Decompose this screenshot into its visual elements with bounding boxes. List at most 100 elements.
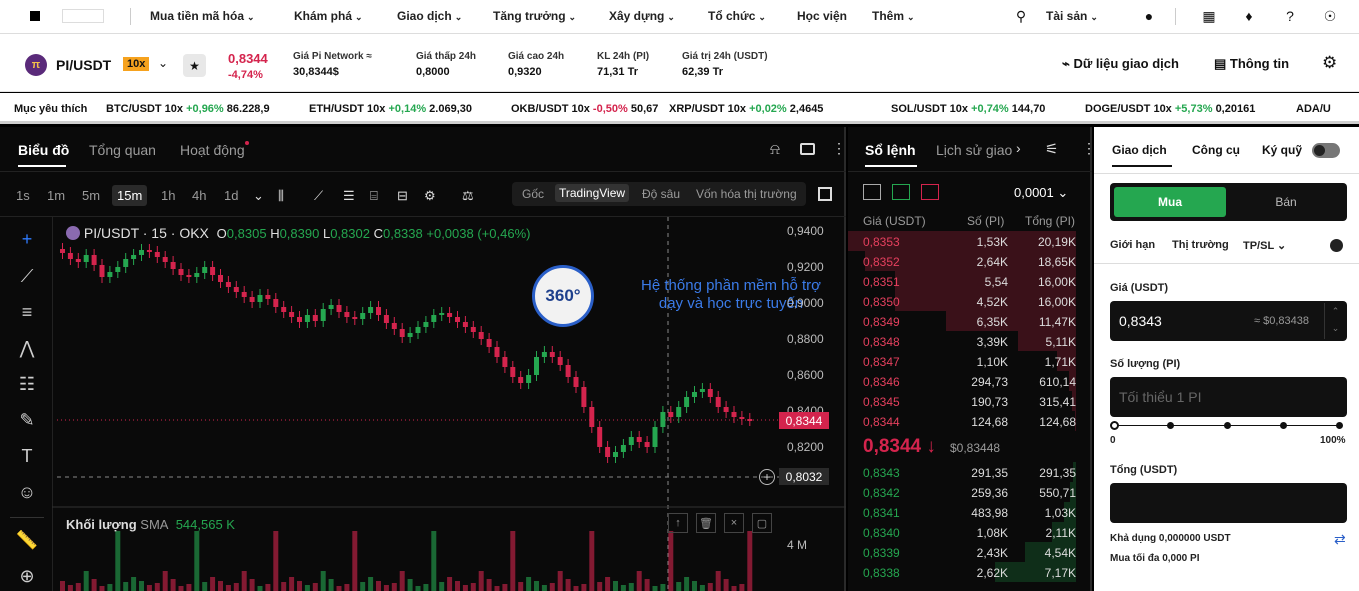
tab-margin[interactable]: Ký quỹ — [1262, 143, 1302, 157]
bid-row[interactable]: 0,8341 483,98 1,03K — [848, 502, 1080, 522]
settings-icon[interactable]: ⚙ — [1322, 53, 1337, 73]
candle — [352, 317, 358, 319]
candle — [75, 259, 81, 262]
bid-row[interactable]: 0,8339 2,43K 4,54K — [848, 542, 1080, 562]
collapse-icon[interactable]: × — [724, 513, 744, 533]
ticker-item[interactable]: SOL/USDT 10x +0,74% 144,70 — [891, 103, 1045, 115]
ticker-item[interactable]: OKB/USDT 10x -0,50% 50,67 — [511, 103, 658, 115]
transfer-icon[interactable]: ⇄ — [1334, 531, 1346, 548]
volume-axis-tick: 4 M — [787, 538, 808, 552]
buy-button[interactable]: Mua — [1114, 187, 1226, 217]
nav-build[interactable]: Xây dựng ⌄ — [609, 9, 675, 23]
bell-icon[interactable]: ♦ — [1239, 6, 1259, 26]
add-order-icon[interactable]: + — [759, 469, 775, 485]
trading-data-button[interactable]: ⌁ Dữ liệu giao dịch — [1062, 56, 1179, 72]
tab-trade-history[interactable]: Lịch sử giao — [936, 142, 1012, 158]
volume-bar — [139, 581, 144, 591]
nav-grow[interactable]: Tăng trưởng ⌄ — [493, 9, 576, 23]
book-both-icon[interactable] — [863, 184, 881, 200]
sell-button[interactable]: Bán — [1230, 187, 1342, 217]
star-icon[interactable]: ★ — [183, 54, 206, 77]
ticker-item[interactable]: ETH/USDT 10x +0,14% 2.069,30 — [309, 103, 472, 115]
row-size: 2,62K — [976, 566, 1008, 580]
candle — [699, 389, 705, 392]
order-type-market[interactable]: Thị trường — [1172, 239, 1229, 251]
tab-tools[interactable]: Công cụ — [1192, 143, 1240, 157]
ask-row[interactable]: 0,8345 190,73 315,41 — [848, 391, 1080, 411]
order-type-tpsl[interactable]: TP/SL ⌄ — [1243, 239, 1286, 252]
ticker-item[interactable]: XRP/USDT 10x +0,02% 2,4645 — [669, 103, 823, 115]
globe-icon[interactable]: ☉ — [1320, 6, 1340, 26]
row-price: 0,8345 — [863, 395, 900, 409]
nav-academy[interactable]: Học viện — [797, 9, 847, 23]
ticker-item[interactable]: BTC/USDT 10x +0,96% 86.228,9 — [106, 103, 270, 115]
last-price: 0,8344 — [228, 51, 268, 66]
search-icon[interactable]: ⚲ — [1011, 6, 1031, 26]
ask-row[interactable]: 0,8348 3,39K 5,11K — [848, 331, 1080, 351]
candle — [202, 267, 208, 273]
volume-bar — [605, 577, 611, 591]
nav-discover[interactable]: Khám phá ⌄ — [294, 9, 363, 23]
tab-trade[interactable]: Giao dịch — [1112, 143, 1167, 157]
user-icon[interactable]: ● — [1139, 6, 1159, 26]
ask-row[interactable]: 0,8349 6,35K 11,47K — [848, 311, 1080, 331]
tab-order-book[interactable]: Sổ lệnh — [865, 142, 916, 158]
ask-row[interactable]: 0,8350 4,52K 16,00K — [848, 291, 1080, 311]
order-type-limit[interactable]: Giới hạn — [1110, 239, 1155, 251]
delete-icon[interactable]: 🗑 — [696, 513, 716, 533]
ask-row[interactable]: 0,8347 1,10K 1,71K — [848, 351, 1080, 371]
download-icon[interactable]: ▦ — [1199, 6, 1219, 26]
more-icon[interactable]: ⋮ — [1353, 141, 1359, 158]
nav-more[interactable]: Thêm ⌄ — [872, 9, 915, 23]
bid-row[interactable]: 0,8342 259,36 550,71 — [848, 482, 1080, 502]
price-stepper[interactable]: ⌃ ⌄ — [1324, 303, 1346, 339]
bid-row[interactable]: 0,8340 1,08K 2,11K — [848, 522, 1080, 542]
chevron-right-icon[interactable]: › — [1016, 140, 1021, 156]
info-icon[interactable] — [1330, 239, 1343, 252]
bid-row[interactable]: 0,8343 291,35 291,35 — [848, 462, 1080, 482]
candle — [281, 307, 287, 312]
volume-bar — [67, 585, 73, 591]
okx-logo[interactable] — [30, 11, 40, 21]
price-input[interactable]: 0,8343 ≈ $0,83438 ⌃ ⌄ — [1110, 301, 1347, 341]
volume-bar — [684, 577, 690, 591]
nav-buy-crypto[interactable]: Mua tiền mã hóa ⌄ — [150, 9, 255, 23]
bid-row[interactable]: 0,8338 2,62K 7,17K — [848, 562, 1080, 582]
pair-name[interactable]: PI/USDT — [56, 57, 111, 73]
slider-handle[interactable] — [1110, 421, 1119, 430]
help-icon[interactable]: ? — [1280, 6, 1300, 26]
ask-row[interactable]: 0,8351 5,54 16,00K — [848, 271, 1080, 291]
volume-bar — [218, 581, 223, 591]
row-size: 294,73 — [971, 375, 1008, 389]
volume-bar — [99, 586, 105, 591]
ask-row[interactable]: 0,8344 124,68 124,68 — [848, 411, 1080, 431]
move-up-icon[interactable]: ↑ — [668, 513, 688, 533]
nav-trade[interactable]: Giao dịch ⌄ — [397, 9, 462, 23]
tick-size-select[interactable]: 0,0001 ⌄ — [1014, 185, 1068, 201]
candle — [597, 427, 603, 447]
ask-row[interactable]: 0,8353 1,53K 20,19K — [848, 231, 1080, 251]
ticker-item[interactable]: ADA/U — [1296, 103, 1331, 115]
ask-row[interactable]: 0,8346 294,73 610,14 — [848, 371, 1080, 391]
qty-input[interactable]: Tối thiểu 1 PI — [1110, 377, 1347, 417]
candle — [368, 307, 374, 313]
grid-logo-icon — [62, 9, 104, 23]
candle — [589, 407, 595, 427]
nav-assets[interactable]: Tài sản ⌄ — [1046, 9, 1098, 23]
info-button[interactable]: ▤ Thông tin — [1214, 56, 1289, 72]
candle — [526, 375, 532, 383]
book-bids-icon[interactable] — [892, 184, 910, 200]
candle — [620, 445, 626, 452]
total-input[interactable] — [1110, 483, 1347, 523]
ask-row[interactable]: 0,8352 2,64K 18,65K — [848, 251, 1080, 271]
margin-toggle[interactable] — [1312, 143, 1340, 158]
book-asks-icon[interactable] — [921, 184, 939, 200]
candle — [605, 447, 611, 457]
ticker-item[interactable]: DOGE/USDT 10x +5,73% 0,20161 — [1085, 103, 1255, 115]
filter-icon[interactable]: ⚟ — [1045, 140, 1058, 158]
chevron-down-icon[interactable]: ⌄ — [158, 56, 168, 70]
nav-institutions[interactable]: Tổ chức ⌄ — [708, 9, 766, 23]
maximize-pane-icon[interactable]: ▢ — [752, 513, 772, 533]
row-price: 0,8352 — [863, 255, 900, 269]
pi-coin-logo: π — [25, 54, 47, 76]
